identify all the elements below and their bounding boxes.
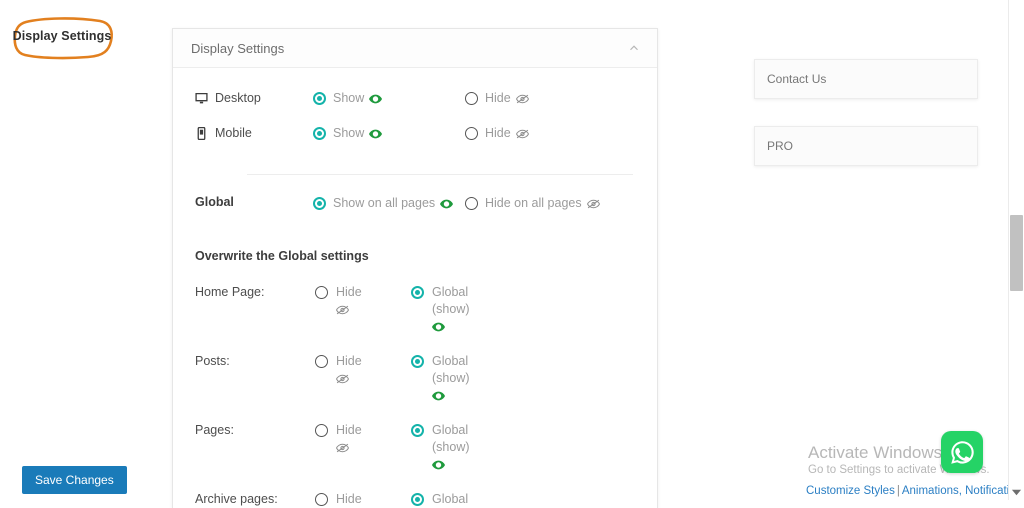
radio-mobile-show[interactable] [313,127,326,140]
radio-label-posts-hide: Hide [336,353,362,384]
eye-slash-icon [515,94,529,104]
eye-slash-icon [336,374,349,384]
side-card-contact-us[interactable]: Contact Us [754,59,978,99]
panel-title: Display Settings [191,40,285,56]
animations-notification-badge-link[interactable]: Animations, Notification badge [902,485,1024,497]
radio-option-pages-global[interactable]: Global (show) [411,422,470,470]
radio-label-desktop-show: Show [333,90,383,107]
radio-option-desktop-show[interactable]: Show [313,90,465,107]
device-label-mobile: Mobile [195,125,313,140]
save-changes-button[interactable]: Save Changes [22,466,127,494]
radio-label-home-page-global: Global (show) [432,284,470,332]
customize-styles-link[interactable]: Customize Styles [806,485,895,497]
eye-slash-icon [586,199,600,209]
display-settings-panel: Display Settings Desktop Show Hide Mobil… [172,28,658,508]
overwrite-label-posts: Posts: [195,354,230,368]
radio-home-page-global[interactable] [411,286,424,299]
setting-row-desktop: Desktop Show Hide [195,90,633,125]
overwrite-row-posts: Posts: Hide Global (show) [195,353,633,401]
radio-option-global-hide[interactable]: Hide on all pages [465,195,600,212]
device-name-mobile: Mobile [215,126,252,140]
radio-label-mobile-hide: Hide [485,125,529,142]
eye-slash-icon [515,129,529,139]
eye-icon [432,460,445,470]
global-label: Global [195,195,234,209]
overwrite-label-home-page: Home Page: [195,285,265,299]
links-separator: | [896,485,900,497]
whatsapp-button[interactable] [941,431,983,473]
annotation-callout: Display Settings [12,16,113,60]
overwrite-label-pages: Pages: [195,423,234,437]
radio-label-global-hide: Hide on all pages [485,195,600,212]
section-divider [247,174,633,175]
device-name-desktop: Desktop [215,91,261,105]
radio-pages-hide[interactable] [315,424,328,437]
radio-posts-global[interactable] [411,355,424,368]
overwrite-label-archive-pages: Archive pages: [195,492,278,506]
radio-pages-global[interactable] [411,424,424,437]
radio-label-home-page-hide: Hide [336,284,362,315]
panel-header[interactable]: Display Settings [173,29,657,68]
radio-desktop-hide[interactable] [465,92,478,105]
radio-label-desktop-hide: Hide [485,90,529,107]
eye-slash-icon [336,305,349,315]
radio-label-mobile-show: Show [333,125,383,142]
radio-global-show[interactable] [313,197,326,210]
panel-body: Desktop Show Hide Mobile Show Hide Globa… [173,68,657,508]
radio-option-home-page-hide[interactable]: Hide [315,284,411,315]
annotation-label: Display Settings [12,29,112,43]
mobile-phone-icon [197,126,206,140]
page-scrollbar-thumb[interactable] [1010,215,1023,291]
eye-slash-icon [336,443,349,453]
side-card-pro[interactable]: PRO [754,126,978,166]
device-label-desktop: Desktop [195,90,313,105]
radio-option-mobile-show[interactable]: Show [313,125,465,142]
bottom-links: Customize Styles | Animations, Notificatio… [806,485,1024,497]
page-scrollbar-track[interactable] [1008,0,1024,500]
caret-down-icon[interactable] [1011,487,1022,498]
radio-posts-hide[interactable] [315,355,328,368]
radio-label-global-show: Show on all pages [333,195,454,212]
radio-option-posts-hide[interactable]: Hide [315,353,411,384]
eye-icon [369,129,383,139]
radio-home-page-hide[interactable] [315,286,328,299]
radio-label-pages-hide: Hide [336,422,362,453]
overwrite-section-title: Overwrite the Global settings [195,249,369,263]
radio-option-posts-global[interactable]: Global (show) [411,353,470,401]
desktop-monitor-icon [195,92,208,103]
chevron-up-icon[interactable] [627,41,641,55]
side-card-label-pro: PRO [767,139,794,153]
eye-icon [369,94,383,104]
radio-option-global-show[interactable]: Show on all pages [313,195,465,212]
radio-option-pages-hide[interactable]: Hide [315,422,411,453]
eye-icon [440,199,454,209]
setting-row-mobile: Mobile Show Hide [195,125,633,160]
eye-icon [432,391,445,401]
setting-row-global: Global Show on all pages Hide on all pag… [195,195,633,223]
radio-global-hide[interactable] [465,197,478,210]
whatsapp-icon [950,440,974,464]
overwrite-row-home-page: Home Page: Hide Global (show) [195,284,633,332]
radio-desktop-show[interactable] [313,92,326,105]
side-card-label-contact-us: Contact Us [767,72,827,86]
eye-icon [432,322,445,332]
radio-option-mobile-hide[interactable]: Hide [465,125,529,142]
radio-label-posts-global: Global (show) [432,353,470,401]
radio-mobile-hide[interactable] [465,127,478,140]
radio-option-desktop-hide[interactable]: Hide [465,90,529,107]
overwrite-row-pages: Pages: Hide Global (show) [195,422,633,470]
radio-option-home-page-global[interactable]: Global (show) [411,284,470,332]
radio-label-pages-global: Global (show) [432,422,470,470]
